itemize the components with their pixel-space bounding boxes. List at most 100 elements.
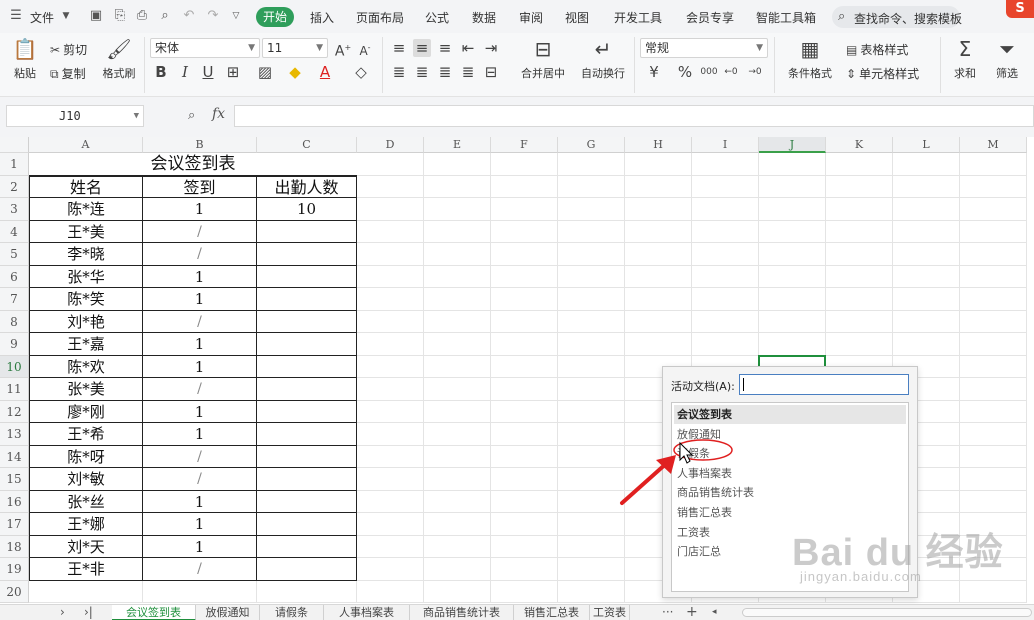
cell[interactable] — [692, 310, 759, 333]
sheet-title-cell[interactable]: 会议签到表 — [29, 153, 357, 176]
sign-in-cell[interactable]: 1 — [143, 198, 257, 221]
underline-button[interactable]: U — [199, 63, 217, 81]
name-cell[interactable]: 陈*连 — [29, 198, 143, 221]
cell[interactable] — [893, 153, 960, 176]
cell[interactable] — [357, 490, 424, 513]
sign-in-cell[interactable]: 1 — [143, 400, 257, 423]
cell[interactable] — [357, 198, 424, 221]
sheet-tab[interactable]: 放假通知 — [196, 605, 260, 620]
cell[interactable] — [491, 175, 558, 198]
cell[interactable] — [558, 198, 625, 221]
cell[interactable] — [424, 220, 491, 243]
cell[interactable] — [357, 175, 424, 198]
name-cell[interactable]: 陈*笑 — [29, 288, 143, 311]
cell[interactable] — [893, 333, 960, 356]
sign-in-cell[interactable]: / — [143, 445, 257, 468]
cell[interactable] — [491, 243, 558, 266]
column-header-m[interactable]: M — [960, 137, 1027, 153]
name-cell[interactable]: 张*美 — [29, 378, 143, 401]
cell[interactable] — [357, 445, 424, 468]
cell[interactable] — [558, 445, 625, 468]
cell[interactable] — [558, 535, 625, 558]
sum-button[interactable]: Σ 求和 — [948, 37, 982, 81]
cell[interactable] — [759, 243, 826, 266]
cell[interactable] — [558, 220, 625, 243]
scroll-left-icon[interactable]: ◂ — [712, 605, 717, 620]
cell[interactable] — [424, 400, 491, 423]
name-cell[interactable]: 刘*敏 — [29, 468, 143, 491]
cell[interactable] — [491, 445, 558, 468]
attendance-count-cell[interactable] — [257, 445, 357, 468]
cell[interactable] — [491, 333, 558, 356]
grow-font-icon[interactable]: A+ — [334, 39, 352, 61]
cell[interactable] — [424, 535, 491, 558]
sheet-tab[interactable]: 会议签到表 — [112, 605, 196, 620]
cell[interactable] — [692, 288, 759, 311]
font-color-icon[interactable]: A — [316, 63, 334, 81]
cell[interactable] — [491, 378, 558, 401]
format-painter-button[interactable]: 🖌 格式刷 — [100, 37, 138, 81]
sign-in-cell[interactable]: 1 — [143, 355, 257, 378]
redo-icon[interactable]: ↷ — [205, 8, 221, 24]
document-list-item[interactable]: 商品销售统计表 — [674, 483, 906, 502]
bold-button[interactable]: B — [152, 63, 170, 81]
cell[interactable] — [424, 423, 491, 446]
tab-start[interactable]: 开始 — [256, 7, 294, 27]
fill-color-icon[interactable]: ◆ — [286, 63, 304, 81]
number-format-select[interactable]: 常规 ▼ — [640, 38, 768, 58]
sheet-tab[interactable]: 商品销售统计表 — [410, 605, 514, 620]
fx-icon[interactable]: fx — [212, 106, 225, 122]
sheet-tab[interactable]: 人事档案表 — [324, 605, 410, 620]
distributed-icon[interactable]: ⊟ — [482, 63, 500, 81]
attendance-count-cell[interactable] — [257, 333, 357, 356]
cell[interactable] — [625, 153, 692, 176]
row-header-18[interactable]: 18 — [0, 535, 29, 558]
tab-smart-toolbox[interactable]: 智能工具箱 — [756, 9, 816, 26]
cell[interactable] — [558, 490, 625, 513]
column-heading[interactable]: 姓名 — [29, 175, 143, 198]
cell[interactable] — [960, 198, 1027, 221]
cell[interactable] — [558, 265, 625, 288]
cell[interactable] — [558, 378, 625, 401]
cell[interactable] — [960, 468, 1027, 491]
column-header-j[interactable]: J — [759, 137, 826, 153]
cell[interactable] — [357, 378, 424, 401]
file-menu[interactable]: 文件 — [30, 9, 54, 26]
attendance-count-cell[interactable] — [257, 490, 357, 513]
column-header-g[interactable]: G — [558, 137, 625, 153]
cell[interactable] — [357, 400, 424, 423]
sign-in-cell[interactable]: 1 — [143, 333, 257, 356]
cell[interactable] — [424, 468, 491, 491]
cell[interactable] — [625, 220, 692, 243]
align-right-icon[interactable]: ≣ — [436, 63, 454, 81]
save-icon[interactable]: ▣ — [88, 8, 104, 24]
cell[interactable] — [558, 468, 625, 491]
align-middle-icon[interactable]: ≡ — [413, 39, 431, 57]
font-size-select[interactable]: 11 ▼ — [262, 38, 328, 58]
row-header-6[interactable]: 6 — [0, 265, 29, 288]
document-list-item[interactable]: 请假条 — [674, 444, 906, 463]
paste-button[interactable]: 📋 粘贴 — [8, 37, 42, 81]
cell[interactable] — [960, 265, 1027, 288]
increase-decimal-icon[interactable]: ←0 — [722, 63, 740, 81]
cut-button[interactable]: ✂ 剪切 — [50, 41, 87, 58]
cell[interactable] — [625, 288, 692, 311]
cell[interactable] — [759, 153, 826, 176]
attendance-count-cell[interactable] — [257, 468, 357, 491]
document-list-item[interactable]: 会议签到表 — [674, 405, 906, 424]
align-center-icon[interactable]: ≣ — [413, 63, 431, 81]
cell[interactable] — [960, 355, 1027, 378]
cell[interactable] — [558, 513, 625, 536]
print-preview-icon[interactable]: ⌕ — [157, 8, 173, 24]
row-header-2[interactable]: 2 — [0, 175, 29, 198]
align-left-icon[interactable]: ≣ — [390, 63, 408, 81]
cell[interactable] — [692, 243, 759, 266]
add-sheet-button[interactable]: + — [686, 605, 698, 620]
sheet-tab[interactable]: 请假条 — [260, 605, 324, 620]
cell[interactable] — [558, 288, 625, 311]
shrink-font-icon[interactable]: A- — [356, 39, 374, 60]
cell[interactable] — [424, 243, 491, 266]
sign-in-cell[interactable]: / — [143, 310, 257, 333]
align-top-icon[interactable]: ≡ — [390, 39, 408, 57]
cell[interactable] — [357, 423, 424, 446]
